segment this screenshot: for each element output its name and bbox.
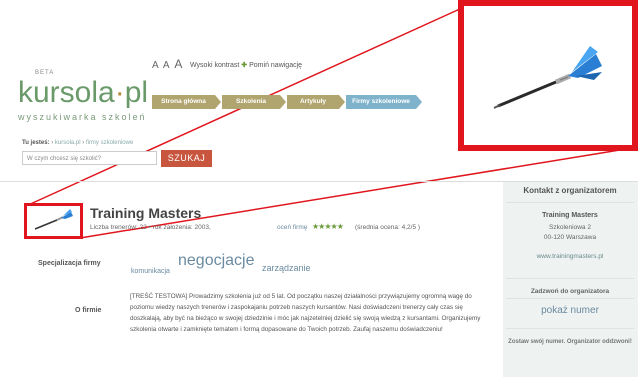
accessibility-links: Wysoki kontrast ✚ Pomiń nawigację	[190, 61, 302, 69]
skip-navigation-link[interactable]: Pomiń nawigację	[249, 62, 302, 69]
search-button[interactable]: SZUKAJ	[161, 150, 212, 167]
show-number-link[interactable]: pokaż numer	[506, 305, 634, 316]
rate-company-link[interactable]: oceń firmę	[277, 224, 307, 231]
logo-tagline: wyszukiwarka szkoleń	[18, 112, 147, 122]
dart-icon	[34, 209, 73, 230]
tag-management[interactable]: zarządzanie	[262, 263, 311, 273]
dart-icon	[493, 46, 602, 109]
font-size-large[interactable]: A	[174, 57, 182, 71]
contact-city: 00-120 Warszawa	[543, 234, 597, 241]
about-text: [TREŚĆ TESTOWA] Prowadzimy szkolenia już…	[130, 293, 481, 333]
contact-company-name: Training Masters	[542, 212, 598, 219]
plus-icon: ✚	[241, 62, 248, 69]
font-size-controls: A A A	[152, 57, 184, 71]
nav-tab-home[interactable]: Strona główna	[152, 95, 221, 109]
breadcrumb-home[interactable]: kursola.pl	[55, 140, 81, 146]
about-label: O firmie	[75, 307, 102, 314]
call-organizer-label: Zadzwoń do organizatora	[530, 288, 610, 295]
logo-brand-dot: ·	[114, 76, 125, 109]
breadcrumb-companies[interactable]: firmy szkoleniowe	[86, 140, 133, 146]
logo-brand-tld: pl	[124, 76, 149, 109]
company-name: Training Masters	[90, 205, 202, 221]
contact-street: Szkoleniowa 2	[549, 224, 591, 231]
site-logo[interactable]: kursola·pl	[18, 76, 148, 110]
contact-website-link[interactable]: www.trainingmasters.pl	[506, 253, 634, 260]
company-logo-thumbnail	[24, 203, 83, 239]
chevron-right-icon: ›	[82, 140, 85, 146]
tag-link[interactable]: zarządzanie	[262, 258, 311, 276]
divider	[506, 278, 634, 279]
average-rating: (średnia ocena: 4,2/5 )	[355, 224, 421, 231]
chevron-right-icon: ›	[51, 140, 54, 146]
divider	[506, 202, 634, 203]
company-meta: Liczba trenerów: 22 • rok założenia: 200…	[90, 224, 211, 231]
breadcrumb-prefix: Tu jesteś:	[22, 140, 50, 146]
logo-brand-main: kursola	[18, 76, 115, 109]
high-contrast-link[interactable]: Wysoki kontrast	[190, 62, 239, 69]
specialization-label: Specjalizacja firmy	[38, 260, 101, 267]
nav-tab-articles[interactable]: Artykuły	[287, 95, 345, 109]
tag-communication[interactable]: komunikacja	[131, 268, 170, 275]
tag-negotiation[interactable]: negocjacje	[178, 252, 255, 269]
tag-link[interactable]: negocjacje	[178, 252, 255, 270]
tag-link[interactable]: komunikacja	[131, 260, 170, 278]
divider	[506, 328, 634, 329]
font-size-small[interactable]: A	[152, 60, 159, 71]
font-size-medium[interactable]: A	[163, 60, 170, 71]
contact-title: Kontakt z organizatorem	[523, 186, 617, 195]
nav-tab-courses[interactable]: Szkolenia	[222, 95, 286, 109]
zoom-callout	[458, 0, 638, 151]
leave-number-label: Zostaw swój numer. Organizator oddzwoni!	[508, 339, 632, 345]
rating-stars[interactable]: ★★★★★	[312, 222, 344, 231]
search-input[interactable]: W czym chcesz się szkolić?	[22, 151, 157, 165]
breadcrumb: Tu jesteś: › kursola.pl › firmy szkoleni…	[22, 140, 133, 146]
nav-tab-training-companies[interactable]: Firmy szkoleniowe	[346, 95, 422, 109]
divider	[506, 298, 634, 299]
